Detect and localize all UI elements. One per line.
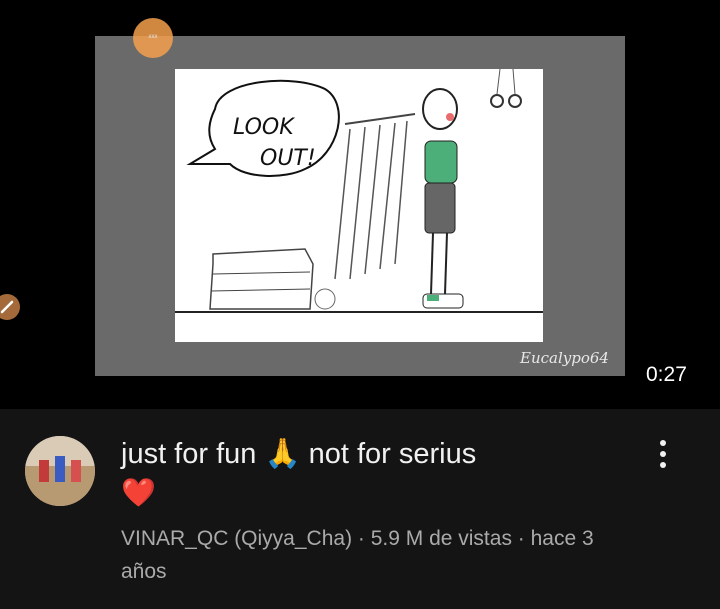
heart-icon: ❤️ bbox=[121, 477, 156, 508]
more-vert-icon[interactable] bbox=[648, 436, 678, 480]
svg-text:OUT!: OUT! bbox=[260, 146, 316, 171]
cursor-indicator: xxx bbox=[133, 18, 173, 58]
svg-text:LOOK: LOOK bbox=[233, 115, 295, 140]
pen-icon[interactable] bbox=[0, 294, 20, 320]
video-player[interactable]: LOOK OUT! xxx Eucalypo64 0:27 bbox=[0, 0, 720, 409]
comic-illustration: LOOK OUT! bbox=[175, 68, 543, 313]
channel-avatar[interactable] bbox=[25, 436, 95, 506]
video-title[interactable]: just for fun 🙏 not for serius bbox=[121, 436, 476, 472]
video-duration: 0:27 bbox=[640, 361, 693, 389]
watermark: Eucalypo64 bbox=[520, 349, 609, 367]
drawing-canvas: LOOK OUT! bbox=[95, 36, 625, 376]
video-metadata: VINAR_QC (Qiyya_Cha) · 5.9 M de vistas ·… bbox=[121, 527, 594, 583]
comic-panel: LOOK OUT! bbox=[175, 68, 543, 342]
cursor-label: xxx bbox=[148, 34, 158, 40]
